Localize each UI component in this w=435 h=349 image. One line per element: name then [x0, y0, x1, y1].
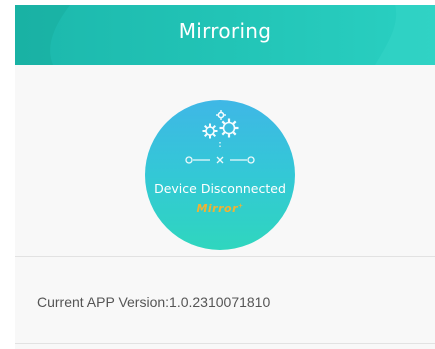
- connection-status-circle[interactable]: Device Disconnected Mirror+: [145, 100, 295, 250]
- brand-name: Mirror: [196, 202, 239, 215]
- page-title: Mirroring: [178, 19, 272, 43]
- connection-status-label: Device Disconnected: [154, 181, 286, 196]
- brand-mark: +: [238, 202, 244, 210]
- brand-logo: Mirror+: [145, 202, 295, 215]
- divider: [15, 343, 435, 344]
- mirroring-screen: Mirroring Device Disconnected Mirror+ Cu…: [0, 0, 435, 349]
- app-header: Mirroring: [15, 5, 435, 65]
- gears-icon: [202, 110, 239, 139]
- disconnected-link-icon: [185, 142, 255, 164]
- version-row: Current APP Version:1.0.2310071810: [15, 256, 435, 343]
- connection-glyphs: [185, 110, 255, 164]
- app-version-text: Current APP Version:1.0.2310071810: [37, 294, 271, 310]
